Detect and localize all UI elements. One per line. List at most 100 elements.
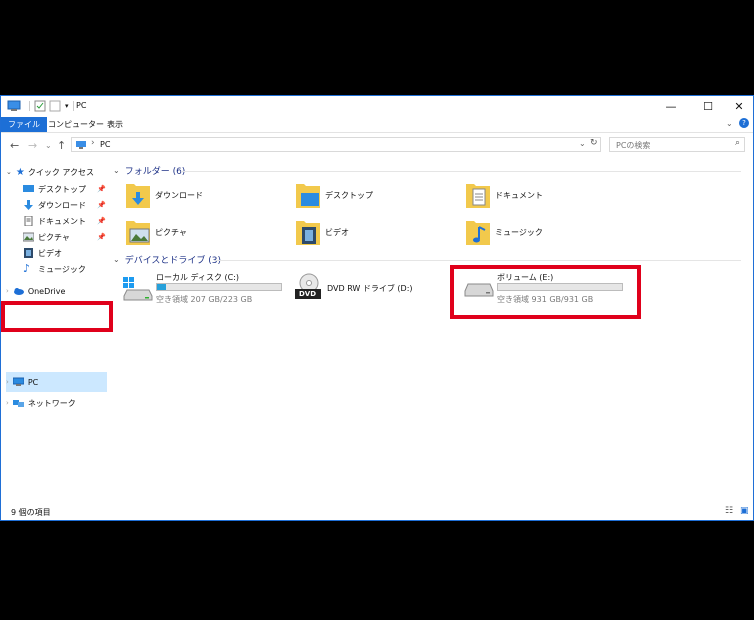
back-button[interactable]: ←	[10, 139, 19, 152]
drive-free-space: 空き領域 207 GB/223 GB	[156, 295, 253, 304]
music-note-icon: ♪	[23, 262, 31, 275]
folder-label: ピクチャ	[155, 228, 187, 237]
windows-drive-icon	[123, 277, 153, 301]
folder-music[interactable]: ミュージック	[465, 217, 635, 251]
search-box[interactable]: PCの検索 ⌕	[609, 137, 745, 152]
section-divider	[214, 260, 741, 261]
pin-icon[interactable]: 📌	[97, 233, 106, 241]
expand-chevron-icon[interactable]: ⌄	[6, 168, 12, 176]
drive-d[interactable]: DVD DVD RW ドライブ (D:)	[292, 272, 462, 312]
nav-pc-label: PC	[27, 377, 39, 387]
section-divider	[181, 171, 741, 172]
drives-header-label: デバイスとドライブ (3)	[124, 256, 222, 266]
ribbon: ファイル コンピューター 表示 ⌄ ?	[1, 117, 753, 133]
video-icon	[24, 248, 33, 258]
expand-chevron-icon[interactable]: ›	[6, 399, 9, 407]
search-input[interactable]: PCの検索	[616, 140, 650, 151]
computer-icon	[12, 377, 24, 386]
status-bar: 9 個の項目 ☷ ▣	[1, 505, 753, 520]
folder-documents[interactable]: ドキュメント	[465, 180, 635, 214]
nav-item-videos[interactable]: ビデオ	[23, 245, 62, 261]
search-icon[interactable]: ⌕	[735, 138, 740, 148]
music-folder-icon	[466, 221, 490, 245]
folder-downloads[interactable]: ダウンロード	[125, 180, 295, 214]
nav-quick-access-label: クイック アクセス	[27, 167, 94, 177]
pictures-folder-icon	[126, 221, 150, 245]
folder-desktop[interactable]: デスクトップ	[295, 180, 465, 214]
address-chevron[interactable]: ›	[91, 138, 95, 148]
expand-chevron-icon[interactable]: ›	[6, 378, 9, 386]
folder-pictures[interactable]: ピクチャ	[125, 217, 295, 251]
folders-section-header[interactable]: ⌄ フォルダー (6)	[113, 164, 185, 177]
nav-item-documents[interactable]: ドキュメント	[23, 213, 86, 229]
address-bar[interactable]: › PC ⌄ ↻	[71, 137, 601, 152]
minimize-button[interactable]: —	[661, 100, 681, 113]
documents-folder-icon	[466, 184, 490, 208]
desktop-icon	[23, 185, 34, 192]
nav-onedrive[interactable]: › OneDrive	[6, 283, 65, 299]
nav-network[interactable]: › ネットワーク	[6, 395, 76, 411]
refresh-icon[interactable]: ↻	[590, 138, 598, 148]
address-dropdown-icon[interactable]: ⌄	[579, 139, 586, 148]
folder-videos[interactable]: ビデオ	[295, 217, 465, 251]
star-icon: ★	[15, 166, 25, 178]
pin-icon[interactable]: 📌	[97, 185, 106, 193]
drive-name: DVD RW ドライブ (D:)	[327, 284, 413, 293]
ribbon-expand-icon[interactable]: ⌄	[726, 119, 733, 128]
cloud-icon	[13, 288, 24, 295]
item-count: 9 個の項目	[11, 508, 51, 517]
properties-icon[interactable]	[34, 100, 46, 112]
download-folder-icon	[126, 184, 150, 208]
close-button[interactable]: ✕	[729, 100, 749, 113]
drives-section-header[interactable]: ⌄ デバイスとドライブ (3)	[113, 253, 221, 266]
desktop-folder-icon	[296, 184, 320, 208]
customize-qa-icon[interactable]: ▾	[65, 102, 69, 110]
nav-item-pictures[interactable]: ピクチャ	[23, 229, 70, 245]
nav-onedrive-label: OneDrive	[27, 286, 66, 296]
collapse-chevron-icon[interactable]: ⌄	[113, 166, 120, 175]
tab-view[interactable]: 表示	[100, 117, 130, 132]
pictures-icon	[23, 232, 34, 242]
pin-icon[interactable]: 📌	[97, 217, 106, 225]
nav-quick-access[interactable]: ⌄ ★ クイック アクセス	[6, 164, 94, 180]
new-folder-icon[interactable]	[49, 100, 61, 112]
nav-item-label: ドキュメント	[38, 216, 86, 226]
highlight-box-pc	[1, 301, 113, 332]
details-view-icon[interactable]: ☷	[725, 506, 733, 516]
download-arrow-icon	[24, 200, 33, 210]
drive-c[interactable]: ローカル ディスク (C:) 空き領域 207 GB/223 GB	[121, 272, 291, 312]
nav-item-label: ビデオ	[38, 248, 62, 258]
expand-chevron-icon[interactable]: ›	[6, 287, 9, 295]
nav-item-desktop[interactable]: デスクトップ	[23, 181, 86, 197]
nav-item-label: ダウンロード	[38, 200, 86, 210]
folders-header-label: フォルダー (6)	[124, 167, 186, 177]
nav-item-label: ピクチャ	[38, 232, 70, 242]
folder-label: ビデオ	[325, 228, 349, 237]
document-icon	[24, 216, 33, 226]
folder-label: デスクトップ	[325, 191, 373, 200]
folder-label: ミュージック	[495, 228, 543, 237]
computer-icon	[76, 141, 86, 149]
computer-icon	[7, 100, 21, 111]
large-icons-view-icon[interactable]: ▣	[740, 506, 749, 516]
pin-icon[interactable]: 📌	[97, 201, 106, 209]
folder-label: ドキュメント	[495, 191, 543, 200]
help-icon[interactable]: ?	[739, 118, 749, 128]
address-row: ← → ⌄ ↑ › PC ⌄ ↻ PCの検索 ⌕	[1, 134, 753, 156]
nav-item-label: デスクトップ	[38, 184, 86, 194]
nav-pc[interactable]: › PC	[6, 374, 38, 390]
folder-label: ダウンロード	[155, 191, 203, 200]
drive-name: ローカル ディスク (C:)	[156, 273, 240, 282]
title-bar: ▾ PC — ☐ ✕	[1, 96, 753, 117]
nav-item-downloads[interactable]: ダウンロード	[23, 197, 86, 213]
nav-item-music[interactable]: ♪ ミュージック	[23, 261, 86, 277]
highlight-box-drive-e	[450, 265, 641, 319]
up-button[interactable]: ↑	[57, 139, 66, 152]
maximize-button[interactable]: ☐	[698, 100, 718, 113]
forward-button[interactable]: →	[28, 139, 37, 152]
collapse-chevron-icon[interactable]: ⌄	[113, 255, 120, 264]
nav-network-label: ネットワーク	[27, 398, 76, 408]
recent-locations-icon[interactable]: ⌄	[45, 141, 52, 150]
address-path[interactable]: PC	[100, 140, 110, 149]
network-icon	[12, 400, 24, 407]
